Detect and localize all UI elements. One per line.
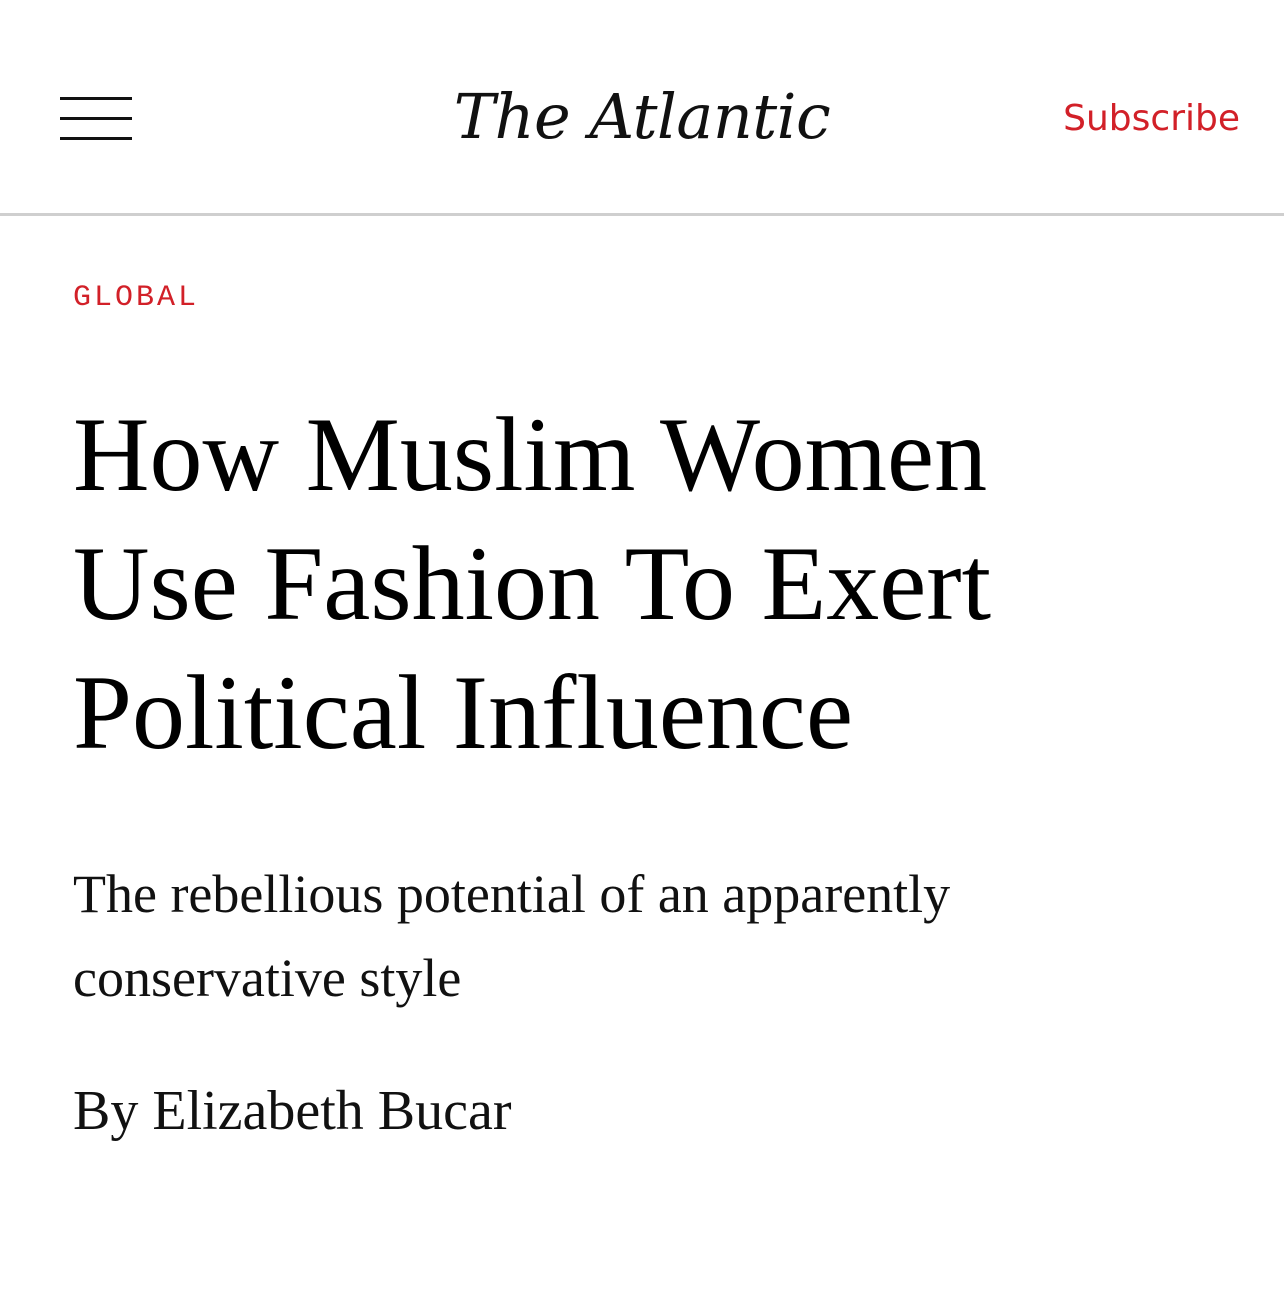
article-dek: The rebellious potential of an apparentl… bbox=[73, 852, 1213, 1020]
headline-line: Political Influence bbox=[73, 654, 853, 771]
subscribe-link[interactable]: Subscribe bbox=[1040, 95, 1240, 143]
headline-line: Use Fashion To Exert bbox=[73, 525, 992, 642]
byline-prefix: By bbox=[73, 1080, 139, 1142]
site-header: The Atlantic Subscribe bbox=[0, 0, 1284, 216]
dek-line: conservative style bbox=[73, 948, 462, 1008]
article-headline: How Muslim Women Use Fashion To Exert Po… bbox=[73, 390, 1213, 777]
dek-line: The rebellious potential of an apparentl… bbox=[73, 864, 951, 924]
headline-line: How Muslim Women bbox=[73, 396, 988, 513]
section-label[interactable]: GLOBAL bbox=[73, 278, 199, 318]
hamburger-menu-button[interactable] bbox=[58, 93, 134, 145]
hamburger-menu-icon bbox=[60, 97, 132, 100]
site-logo[interactable]: The Atlantic bbox=[442, 72, 842, 162]
author-link[interactable]: Elizabeth Bucar bbox=[152, 1080, 511, 1142]
hamburger-menu-icon-bar bbox=[60, 117, 132, 120]
byline: By Elizabeth Bucar bbox=[73, 1076, 512, 1146]
hamburger-menu-icon-bar bbox=[60, 137, 132, 140]
